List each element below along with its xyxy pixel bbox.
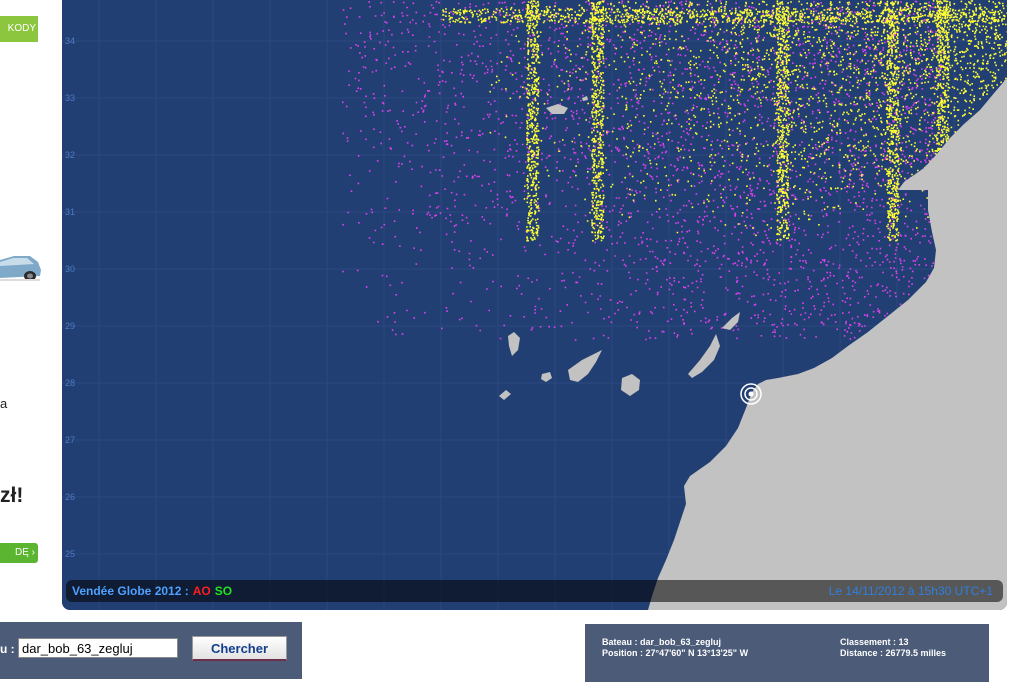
boat-info-panel: Bateau : dar_bob_63_zegluj Position : 27… [585, 624, 989, 682]
ad-codes-button[interactable]: KODY [0, 16, 38, 42]
latitude-label: 25 [65, 549, 76, 559]
latitude-label: 26 [65, 492, 76, 502]
latitude-label: 30 [65, 264, 76, 274]
ad-text: a [0, 396, 8, 411]
race-status-bar: Vendée Globe 2012 : AO SO Le 14/11/2012 à … [66, 580, 1003, 602]
search-label: u : [0, 642, 15, 656]
boat-details: Bateau : dar_bob_63_zegluj Position : 27… [602, 637, 748, 659]
search-button[interactable]: Chercher [192, 636, 287, 661]
map-canvas[interactable] [62, 0, 1007, 610]
latitude-label: 28 [65, 378, 76, 388]
race-map[interactable]: 34 33 32 31 30 29 28 27 26 25 Vendée Glo… [62, 0, 1007, 610]
advertisement-column: KODY a zł! DĘ › [0, 0, 62, 620]
car-ad-image[interactable] [0, 242, 42, 292]
latitude-label: 33 [65, 93, 76, 103]
ad-price: zł! [0, 484, 24, 507]
boat-search-input[interactable] [18, 638, 178, 658]
latitude-label: 29 [65, 321, 76, 331]
ad-cta-button[interactable]: DĘ › [0, 543, 38, 563]
boat-search-panel: u : Chercher [0, 622, 302, 679]
race-name: Vendée Globe 2012 : [72, 584, 189, 598]
timestamp: Le 14/11/2012 à 15h30 UTC+1 [828, 584, 993, 598]
boat-name: Bateau : dar_bob_63_zegluj [602, 637, 722, 647]
filter-so-link[interactable]: SO [215, 584, 232, 598]
boat-distance: Distance : 26779.5 milles [840, 648, 947, 658]
filter-ao-link[interactable]: AO [193, 584, 211, 598]
race-title: Vendée Globe 2012 : AO SO [72, 580, 232, 602]
latitude-label: 32 [65, 150, 76, 160]
boat-position: Position : 27°47'60" N 13°13'25" W [602, 648, 749, 658]
latitude-label: 31 [65, 207, 76, 217]
latitude-label: 34 [65, 36, 76, 46]
boat-rank: Classement : 13 [840, 637, 909, 647]
latitude-label: 27 [65, 435, 76, 445]
boat-ranking: Classement : 13 Distance : 26779.5 mille… [840, 637, 946, 659]
